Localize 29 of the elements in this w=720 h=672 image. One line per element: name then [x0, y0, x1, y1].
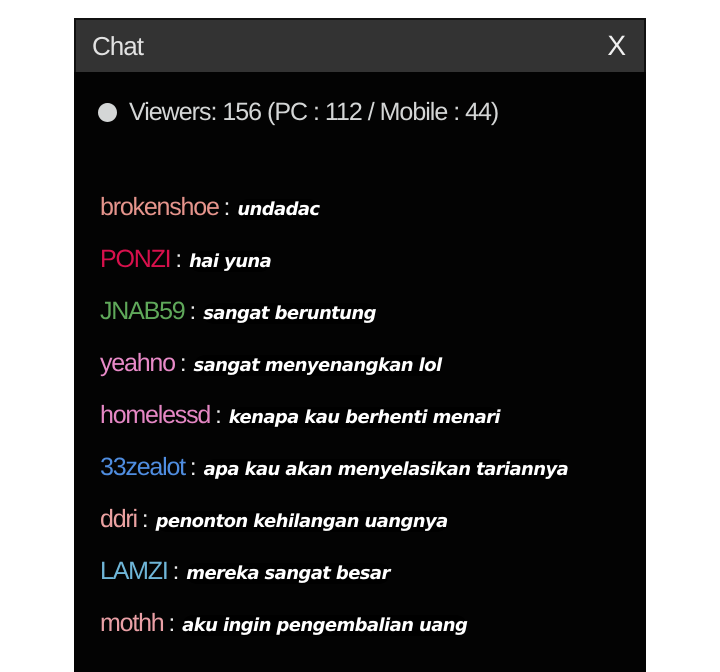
separator: : [224, 194, 230, 222]
message-text: sangat beruntung [203, 303, 376, 324]
username: mothh [100, 609, 164, 638]
username: PONZI [100, 245, 170, 274]
message-text: hai yuna [189, 251, 272, 272]
separator: : [172, 558, 180, 586]
username: JNAB59 [100, 297, 185, 326]
username: LAMZI [100, 557, 168, 586]
message-text: apa kau akan menyelasikan tariannya [204, 459, 568, 480]
message-text: kenapa kau berhenti menari [228, 407, 500, 428]
message-text: sangat menyenangkan lol [194, 355, 442, 376]
username: ddri [100, 505, 137, 534]
username: brokenshoe [100, 193, 219, 222]
separator: : [168, 610, 176, 638]
username: yeahno [100, 349, 175, 378]
message-text: aku ingin pengembalian uang [182, 615, 468, 636]
message-text: penonton kehilangan uangnya [156, 511, 448, 532]
viewer-count: Viewers: 156 (PC : 112 / Mobile : 44) [129, 98, 498, 127]
separator: : [142, 506, 149, 534]
separator: : [190, 454, 197, 482]
message-text: mereka sangat besar [186, 563, 390, 584]
separator: : [180, 350, 186, 378]
window-title: Chat [92, 30, 143, 62]
separator: : [215, 402, 222, 430]
username: 33zealot [100, 453, 185, 482]
close-button[interactable]: X [603, 30, 630, 62]
separator: : [175, 246, 182, 274]
username: homelessd [100, 401, 210, 430]
separator: : [190, 298, 196, 326]
